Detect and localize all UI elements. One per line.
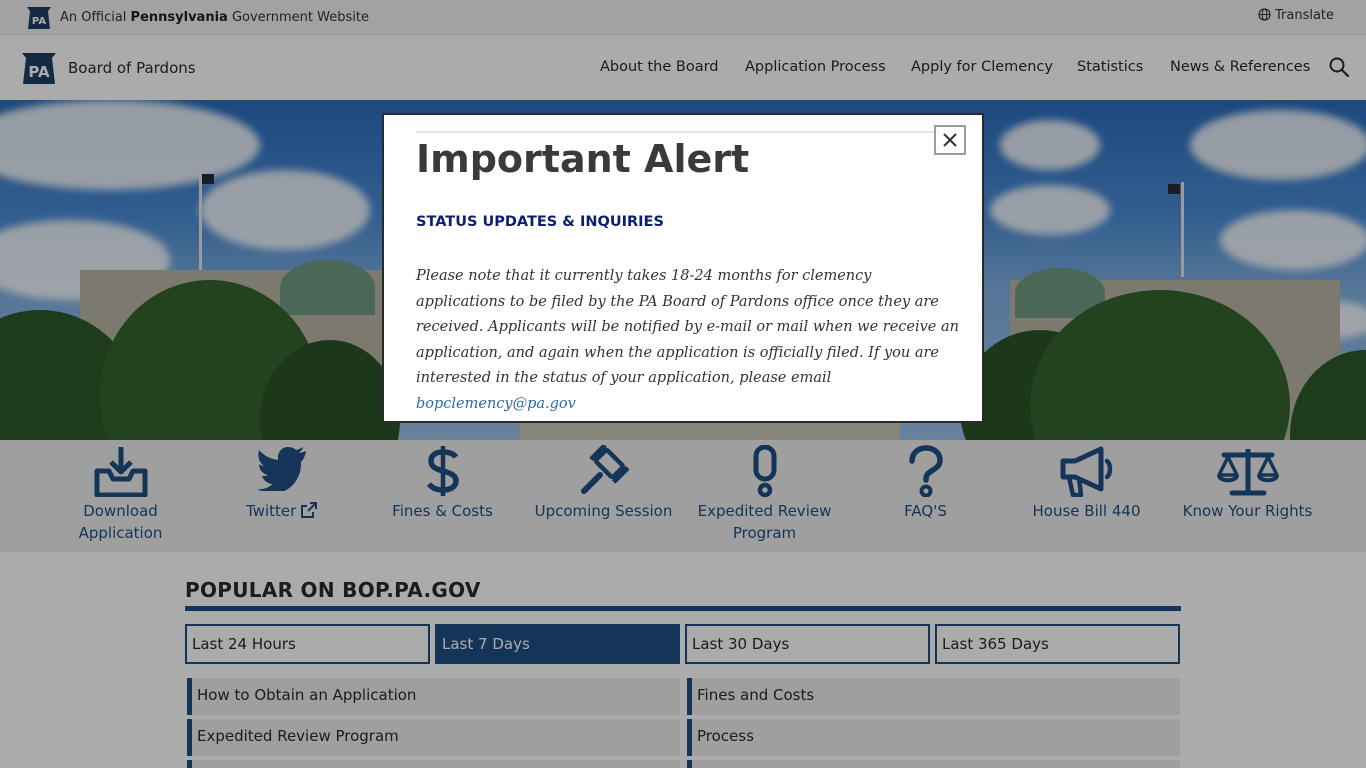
modal-divider <box>416 131 936 133</box>
modal-close-button[interactable] <box>934 125 966 155</box>
close-icon <box>943 133 957 147</box>
modal-subtitle: STATUS UPDATES & INQUIRIES <box>416 214 664 230</box>
modal-body: Please note that it currently takes 18-2… <box>416 264 961 418</box>
important-alert-modal: Important Alert STATUS UPDATES & INQUIRI… <box>382 113 984 423</box>
email-link[interactable]: bopclemency@pa.gov <box>416 396 576 412</box>
modal-body-text: Please note that it currently takes 18-2… <box>416 268 959 387</box>
modal-title: Important Alert <box>416 137 750 181</box>
